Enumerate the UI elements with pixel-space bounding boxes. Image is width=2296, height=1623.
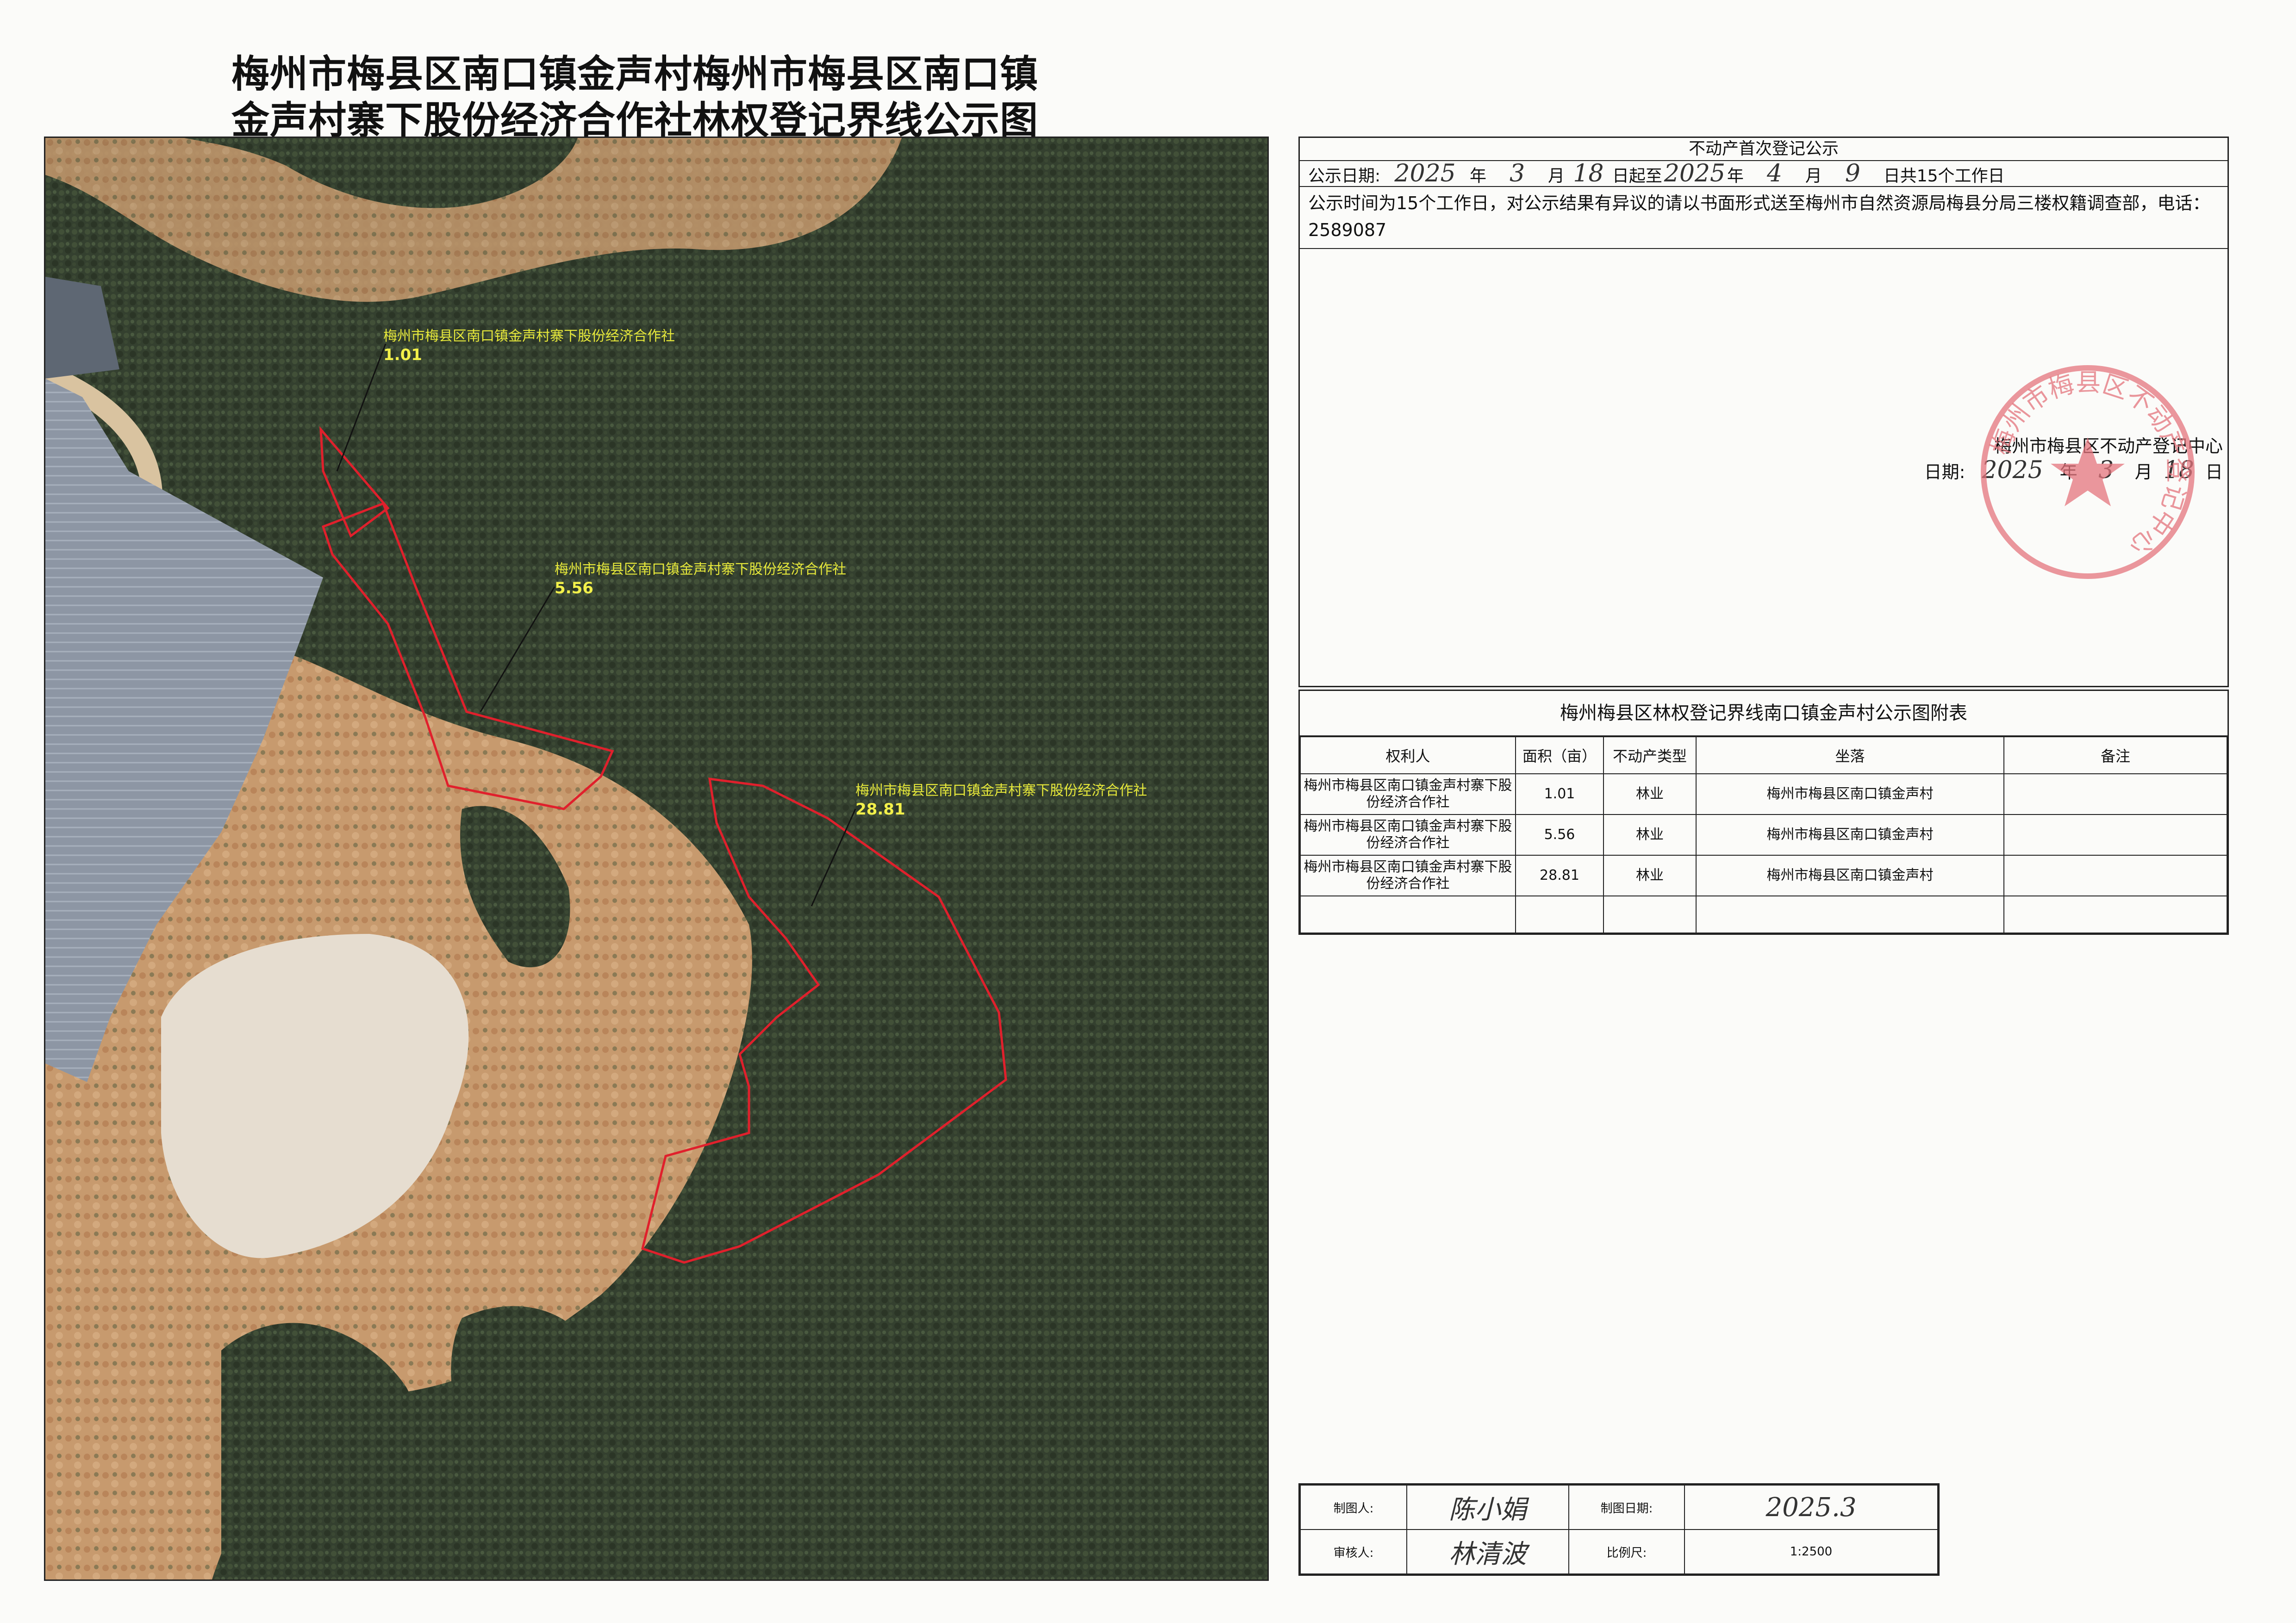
signoff-block: 制图人: 陈小娟 制图日期: 2025.3 审核人: 林清波 比例尺: 1:25… bbox=[1298, 1483, 1940, 1576]
maker-signature: 陈小娟 bbox=[1406, 1485, 1569, 1530]
year-char-1: 年 bbox=[1470, 167, 1487, 186]
header-type: 不动产类型 bbox=[1603, 736, 1697, 774]
cell-location: 梅州市梅县区南口镇金声村 bbox=[1696, 814, 2004, 856]
attachment-title: 梅州梅县区林权登记界线南口镇金声村公示图附表 bbox=[1300, 691, 2227, 736]
month-char-2: 月 bbox=[1805, 167, 1822, 186]
cell-note bbox=[2003, 855, 2227, 896]
cell-location: 梅州市梅县区南口镇金声村 bbox=[1696, 773, 2004, 815]
sign-day-char: 日 bbox=[2205, 462, 2223, 482]
reviewer-label: 审核人: bbox=[1300, 1529, 1407, 1574]
aerial-map[interactable]: 梅州市梅县区南口镇金声村寨下股份经济合作社 1.01 梅州市梅县区南口镇金声村寨… bbox=[44, 137, 1269, 1581]
start-year: 2025 bbox=[1394, 160, 1456, 187]
date-prefix: 公示日期: bbox=[1308, 167, 1381, 186]
scale-value: 1:2500 bbox=[1684, 1529, 1938, 1574]
end-year: 2025 bbox=[1664, 160, 1726, 187]
header-area: 面积（亩） bbox=[1515, 736, 1604, 774]
title-line-1: 梅州市梅县区南口镇金声村梅州市梅县区南口镇 bbox=[231, 52, 1039, 96]
cell-note bbox=[2003, 773, 2227, 815]
notice-heading: 不动产首次登记公示 bbox=[1300, 138, 2227, 161]
sign-date-label: 日期: bbox=[1924, 462, 1965, 482]
table-row: 梅州市梅县区南口镇金声村寨下股份经济合作社 5.56 林业 梅州市梅县区南口镇金… bbox=[1300, 814, 2227, 856]
month-char-1: 月 bbox=[1547, 167, 1565, 186]
document-title: 梅州市梅县区南口镇金声村梅州市梅县区南口镇 金声村寨下股份经济合作社林权登记界线… bbox=[231, 51, 1065, 143]
header-holder: 权利人 bbox=[1300, 736, 1516, 774]
start-day: 18 bbox=[1573, 160, 1604, 187]
date-label: 制图日期: bbox=[1568, 1485, 1685, 1530]
cell-holder: 梅州市梅县区南口镇金声村寨下股份经济合作社 bbox=[1300, 773, 1516, 815]
cell-note bbox=[2003, 814, 2227, 856]
cell-holder: 梅州市梅县区南口镇金声村寨下股份经济合作社 bbox=[1300, 855, 1516, 896]
parcel-2-label: 梅州市梅县区南口镇金声村寨下股份经济合作社 bbox=[555, 561, 846, 578]
table-row: 梅州市梅县区南口镇金声村寨下股份经济合作社 28.81 林业 梅州市梅县区南口镇… bbox=[1300, 855, 2227, 896]
notice-body: 公示时间为15个工作日，对公示结果有异议的请以书面形式送至梅州市自然资源局梅县分… bbox=[1300, 187, 2227, 249]
attachment-table: 梅州梅县区林权登记界线南口镇金声村公示图附表 权利人 面积（亩） 不动产类型 坐… bbox=[1298, 690, 2229, 935]
cell-type: 林业 bbox=[1603, 773, 1697, 815]
cell-holder: 梅州市梅县区南口镇金声村寨下股份经济合作社 bbox=[1300, 814, 1516, 856]
notice-dates: 公示日期: 2025 年 3 月 18 日起至2025 年 4 月 9 日共15个… bbox=[1300, 161, 2227, 187]
parcel-table: 权利人 面积（亩） 不动产类型 坐落 备注 梅州市梅县区南口镇金声村寨下股份经济… bbox=[1300, 736, 2227, 933]
cell-location: 梅州市梅县区南口镇金声村 bbox=[1696, 855, 2004, 896]
start-month: 3 bbox=[1509, 160, 1525, 187]
cell-area: 28.81 bbox=[1515, 855, 1604, 896]
parcel-1-area: 1.01 bbox=[383, 346, 422, 364]
cell-type: 林业 bbox=[1603, 814, 1697, 856]
cell-area: 5.56 bbox=[1515, 814, 1604, 856]
table-row-empty bbox=[1300, 895, 2227, 933]
parcel-1-label: 梅州市梅县区南口镇金声村寨下股份经济合作社 bbox=[383, 328, 675, 344]
table-row: 梅州市梅县区南口镇金声村寨下股份经济合作社 1.01 林业 梅州市梅县区南口镇金… bbox=[1300, 773, 2227, 815]
official-seal: 梅州市梅县区不动产登记中心 bbox=[1981, 365, 2195, 579]
drawing-date: 2025.3 bbox=[1684, 1485, 1938, 1530]
reviewer-signature: 林清波 bbox=[1406, 1529, 1569, 1574]
cell-type: 林业 bbox=[1603, 855, 1697, 896]
year-char-2: 年 bbox=[1727, 167, 1744, 186]
header-note: 备注 bbox=[2003, 736, 2227, 774]
parcel-3-area: 28.81 bbox=[855, 800, 905, 819]
header-location: 坐落 bbox=[1696, 736, 2004, 774]
cell-area: 1.01 bbox=[1515, 773, 1604, 815]
day-total: 日共15个工作日 bbox=[1883, 167, 2005, 186]
maker-label: 制图人: bbox=[1300, 1485, 1407, 1530]
end-month: 4 bbox=[1766, 160, 1782, 187]
scale-label: 比例尺: bbox=[1568, 1529, 1685, 1574]
parcel-2-area: 5.56 bbox=[555, 579, 593, 597]
parcel-3-label: 梅州市梅县区南口镇金声村寨下股份经济合作社 bbox=[855, 783, 1147, 799]
map-canvas: 梅州市梅县区南口镇金声村寨下股份经济合作社 1.01 梅州市梅县区南口镇金声村寨… bbox=[45, 138, 1267, 1579]
signoff-table: 制图人: 陈小娟 制图日期: 2025.3 审核人: 林清波 比例尺: 1:25… bbox=[1300, 1485, 1938, 1574]
end-day: 9 bbox=[1845, 160, 1860, 187]
day-from: 日起至 bbox=[1612, 167, 1662, 186]
table-header: 权利人 面积（亩） 不动产类型 坐落 备注 bbox=[1300, 736, 2227, 774]
